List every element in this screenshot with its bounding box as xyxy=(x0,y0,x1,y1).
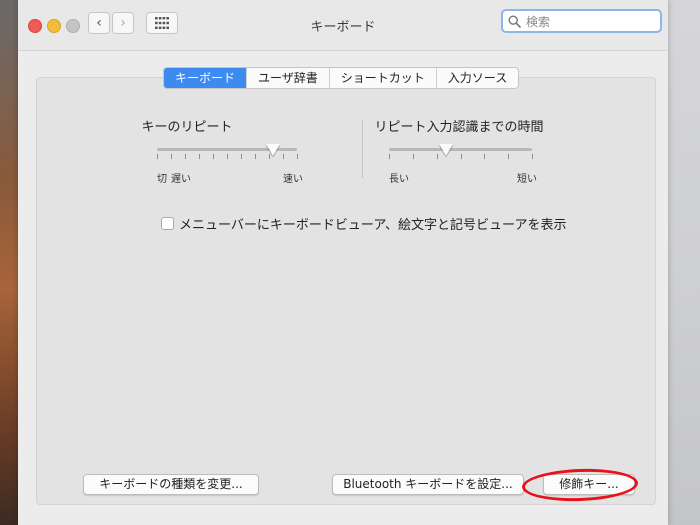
tab-shortcuts[interactable]: ショートカット xyxy=(330,68,437,88)
keyboard-viewer-option[interactable]: メニューバーにキーボードビューア、絵文字と記号ビューアを表示 xyxy=(161,214,567,233)
key-repeat-title: キーのリピート xyxy=(141,120,233,135)
key-repeat-off-label: 切 xyxy=(157,174,167,185)
slider-tick xyxy=(508,154,510,159)
slider-tick xyxy=(412,154,414,159)
slider-tick xyxy=(532,154,533,159)
slider-tick xyxy=(185,154,186,159)
slider-tick xyxy=(436,154,438,159)
slider-tick xyxy=(227,154,228,159)
search-field[interactable] xyxy=(501,9,662,33)
change-keyboard-type-button[interactable]: キーボードの種類を変更... xyxy=(83,474,259,495)
tab-input-sources[interactable]: 入力ソース xyxy=(437,68,518,88)
key-repeat-fast-label: 速い xyxy=(283,174,303,185)
tab-user-dictionary[interactable]: ユーザ辞書 xyxy=(247,68,330,88)
repeat-delay-thumb[interactable] xyxy=(439,144,454,156)
slider-divider xyxy=(362,120,363,178)
slider-tick xyxy=(389,154,390,159)
slider-tick xyxy=(199,154,200,159)
title-bar: ‹ › キーボード xyxy=(18,0,668,51)
search-icon xyxy=(508,15,521,28)
keyboard-viewer-checkbox[interactable] xyxy=(161,217,174,230)
repeat-delay-long-label: 長い xyxy=(389,174,409,185)
repeat-delay-title: リピート入力認識までの時間 xyxy=(374,120,544,135)
preferences-window: ‹ › キーボード 検索 キーボード ユーザ辞書 ショートカット 入力ソース キ… xyxy=(18,0,668,525)
slider-tick xyxy=(297,154,298,159)
slider-tick xyxy=(157,154,158,159)
setup-bluetooth-keyboard-button[interactable]: Bluetooth キーボードを設定... xyxy=(332,474,524,495)
background-photo-left xyxy=(0,0,20,525)
slider-tick xyxy=(255,154,256,159)
keyboard-panel: キーのリピート 切 遅い 速い リピート入力認識までの時間 長い 短い メニュー… xyxy=(36,77,656,505)
keyboard-viewer-label: メニューバーにキーボードビューア、絵文字と記号ビューアを表示 xyxy=(179,218,567,233)
slider-tick xyxy=(171,154,172,159)
key-repeat-slow-label: 遅い xyxy=(171,174,191,185)
slider-tick xyxy=(460,154,462,159)
slider-tick xyxy=(241,154,242,159)
slider-tick xyxy=(213,154,214,159)
repeat-delay-track xyxy=(389,148,532,151)
repeat-delay-short-label: 短い xyxy=(517,174,537,185)
background-photo-right xyxy=(666,0,700,525)
slider-tick xyxy=(484,154,486,159)
slider-tick xyxy=(283,154,284,159)
key-repeat-thumb[interactable] xyxy=(266,144,281,156)
tab-bar: キーボード ユーザ辞書 ショートカット 入力ソース xyxy=(163,67,520,89)
search-input[interactable] xyxy=(524,12,658,32)
tab-keyboard[interactable]: キーボード xyxy=(164,68,248,88)
